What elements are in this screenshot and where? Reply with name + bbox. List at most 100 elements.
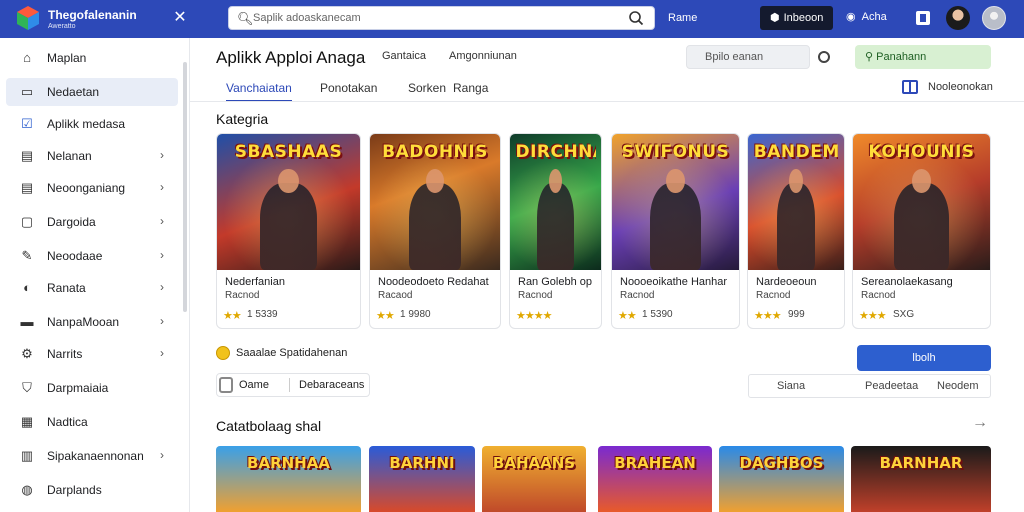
- app-card[interactable]: SWIFONUS Noooeoikathe Hanhar Racnod ★★ 1…: [611, 133, 740, 329]
- brand-title: Thegofalenanin: [48, 8, 137, 22]
- coin-filter-label: Saaalae Spatidahenan: [236, 347, 348, 359]
- app-name[interactable]: Ran Golebh op: [518, 276, 592, 288]
- sidebar-item-label: Nelanan: [47, 149, 92, 163]
- catalog-card[interactable]: DAGHBOS: [719, 446, 844, 512]
- sidebar-item[interactable]: ▤ Neoonganiang ›: [6, 174, 178, 202]
- app-subtitle: Racnod: [756, 290, 791, 301]
- sidebar-item[interactable]: ☑ Aplikk medasa: [6, 110, 178, 138]
- primary-button[interactable]: lbolh: [857, 345, 991, 371]
- app-name[interactable]: Noodeodoeto Redahat: [378, 276, 489, 288]
- app-card[interactable]: BANDEM Nardeoeoun Racnod ★★★ 999: [747, 133, 845, 329]
- sidebar-item[interactable]: ▦ Nadtica: [6, 408, 178, 436]
- sidebar-item[interactable]: ▢ Dargoida ›: [6, 208, 178, 236]
- checkbox[interactable]: [219, 377, 233, 393]
- sidebar-item[interactable]: ▤ Nelanan ›: [6, 142, 178, 170]
- coin-filter[interactable]: Saaalae Spatidahenan: [216, 346, 347, 360]
- app-card[interactable]: SBASHAAS Nederfanian Racnod ★★ 1 5339: [216, 133, 361, 329]
- app-artwork[interactable]: SWIFONUS: [612, 134, 739, 270]
- chat-icon[interactable]: [818, 51, 830, 63]
- star-rating-icon: ★★★★: [516, 310, 552, 322]
- sidebar-item[interactable]: ▥ Sipakanaennonan ›: [6, 442, 178, 470]
- catalog-card[interactable]: BAHAANS: [482, 446, 586, 512]
- arrow-right-icon[interactable]: →: [972, 414, 988, 432]
- search-icon[interactable]: [628, 10, 644, 26]
- sidebar-item-label: Nedaetan: [47, 85, 100, 99]
- app-artwork[interactable]: KOHOUNIS: [853, 134, 990, 270]
- app-name[interactable]: Noooeoikathe Hanhar: [620, 276, 727, 288]
- segment-peadeetaa[interactable]: Peadeetaa: [865, 380, 918, 392]
- checkbox-icon: ☑: [21, 116, 33, 131]
- account-menu[interactable]: ◉ Acha: [846, 10, 887, 24]
- sidebar-scrollbar[interactable]: [183, 62, 187, 312]
- avatar[interactable]: [946, 6, 970, 30]
- segment-siana[interactable]: Siana: [777, 380, 805, 392]
- option-label-2[interactable]: Debaraceans: [299, 379, 364, 391]
- app-logo-icon[interactable]: [16, 5, 40, 31]
- filter-box[interactable]: Bpilo eanan: [686, 45, 810, 69]
- header-link[interactable]: Rame: [668, 12, 697, 24]
- sidebar-item-label: Neoodaae: [47, 249, 103, 263]
- sidebar-item[interactable]: ▬ NanpaMooan ›: [6, 308, 178, 336]
- catalog-card[interactable]: BARNHAR: [851, 446, 991, 512]
- green-search-button[interactable]: ⚲ Panahann: [855, 45, 991, 69]
- header-link-2[interactable]: Amgonniunan: [449, 50, 517, 62]
- app-subtitle: Racnod: [620, 290, 655, 301]
- chevron-right-icon[interactable]: ›: [160, 214, 164, 228]
- top-action-button[interactable]: ⬢ Inbeoon: [760, 6, 834, 30]
- chevron-right-icon[interactable]: ›: [160, 314, 164, 328]
- app-name[interactable]: Sereanolaekasang: [861, 276, 953, 288]
- app-card[interactable]: KOHOUNIS Sereanolaekasang Racnod ★★★ SXG: [852, 133, 991, 329]
- app-artwork[interactable]: SBASHAAS: [217, 134, 360, 270]
- sidebar-item[interactable]: ⚙ Narrits ›: [6, 340, 178, 368]
- brand: Thegofalenanin Aweratto: [48, 9, 137, 30]
- sidebar-item[interactable]: ◍ Darplands: [6, 476, 178, 504]
- chevron-right-icon[interactable]: ›: [160, 280, 164, 294]
- app-artwork[interactable]: BANDEM: [748, 134, 844, 270]
- sidebar-item[interactable]: ◐ Ranata ›: [6, 274, 178, 302]
- app-name[interactable]: Nederfanian: [225, 276, 285, 288]
- view-toggle[interactable]: Nooleonokan: [902, 80, 993, 94]
- tab-ponotakan[interactable]: Ponotakan: [320, 78, 377, 102]
- chevron-right-icon[interactable]: ›: [160, 346, 164, 360]
- profile-avatar[interactable]: [982, 6, 1006, 30]
- bookmark-icon[interactable]: [916, 11, 930, 25]
- search-placeholder: Saplik adoaskanecam: [253, 12, 361, 24]
- catalog-card[interactable]: BARNHAA: [216, 446, 361, 512]
- app-artwork[interactable]: BADOHNIS: [370, 134, 500, 270]
- catalog-card[interactable]: BARHNI: [369, 446, 475, 512]
- sidebar-item[interactable]: ⌂ Maplan: [6, 44, 178, 72]
- tab-vanchaiatan[interactable]: Vanchaiatan: [226, 78, 292, 102]
- header-link-1[interactable]: Gantaica: [382, 50, 426, 62]
- app-artwork[interactable]: DIRCHNAS: [510, 134, 601, 270]
- sidebar-item-label: Ranata: [47, 281, 86, 295]
- sidebar-item[interactable]: ▭ Nedaetan: [6, 78, 178, 106]
- app-card[interactable]: DIRCHNAS Ran Golebh op Racnod ★★★★: [509, 133, 602, 329]
- sidebar-item-label: Neoonganiang: [47, 181, 126, 195]
- tab-ranga[interactable]: Ranga: [453, 78, 488, 102]
- section-title-categories: Kategria: [216, 111, 269, 127]
- close-icon[interactable]: ✕: [172, 9, 188, 27]
- chevron-right-icon[interactable]: ›: [160, 248, 164, 262]
- search-input[interactable]: 🔍︎ Saplik adoaskanecam: [228, 6, 655, 30]
- sidebar-item[interactable]: ⛉ Darpmaiaia: [6, 374, 178, 402]
- sidebar-item[interactable]: ✎ Neoodaae ›: [6, 242, 178, 270]
- app-card[interactable]: BADOHNIS Noodeodoeto Redahat Racaod ★★ 1…: [369, 133, 501, 329]
- app-name[interactable]: Nardeoeoun: [756, 276, 817, 288]
- catalog-artwork-title: BRAHEAN: [614, 454, 696, 472]
- chevron-right-icon[interactable]: ›: [160, 148, 164, 162]
- view-label: Nooleonokan: [928, 81, 993, 93]
- catalog-card[interactable]: BRAHEAN: [598, 446, 712, 512]
- green-button-label: Panahann: [876, 51, 927, 63]
- search-icon: ⚲: [865, 51, 874, 63]
- grid-icon: ▦: [20, 414, 34, 429]
- sidebar-item-label: Sipakanaennonan: [47, 449, 144, 463]
- artwork-hero: [894, 169, 949, 270]
- tab-sorken[interactable]: Sorken: [408, 78, 446, 102]
- option-toggle[interactable]: Oame Debaraceans: [216, 373, 370, 397]
- chevron-right-icon[interactable]: ›: [160, 448, 164, 462]
- segment-neodem[interactable]: Neodem: [937, 380, 979, 392]
- artwork-title: SBASHAAS: [234, 142, 343, 162]
- chevron-right-icon[interactable]: ›: [160, 180, 164, 194]
- option-label-1: Oame: [239, 379, 269, 391]
- star-rating-icon: ★★★: [859, 310, 887, 322]
